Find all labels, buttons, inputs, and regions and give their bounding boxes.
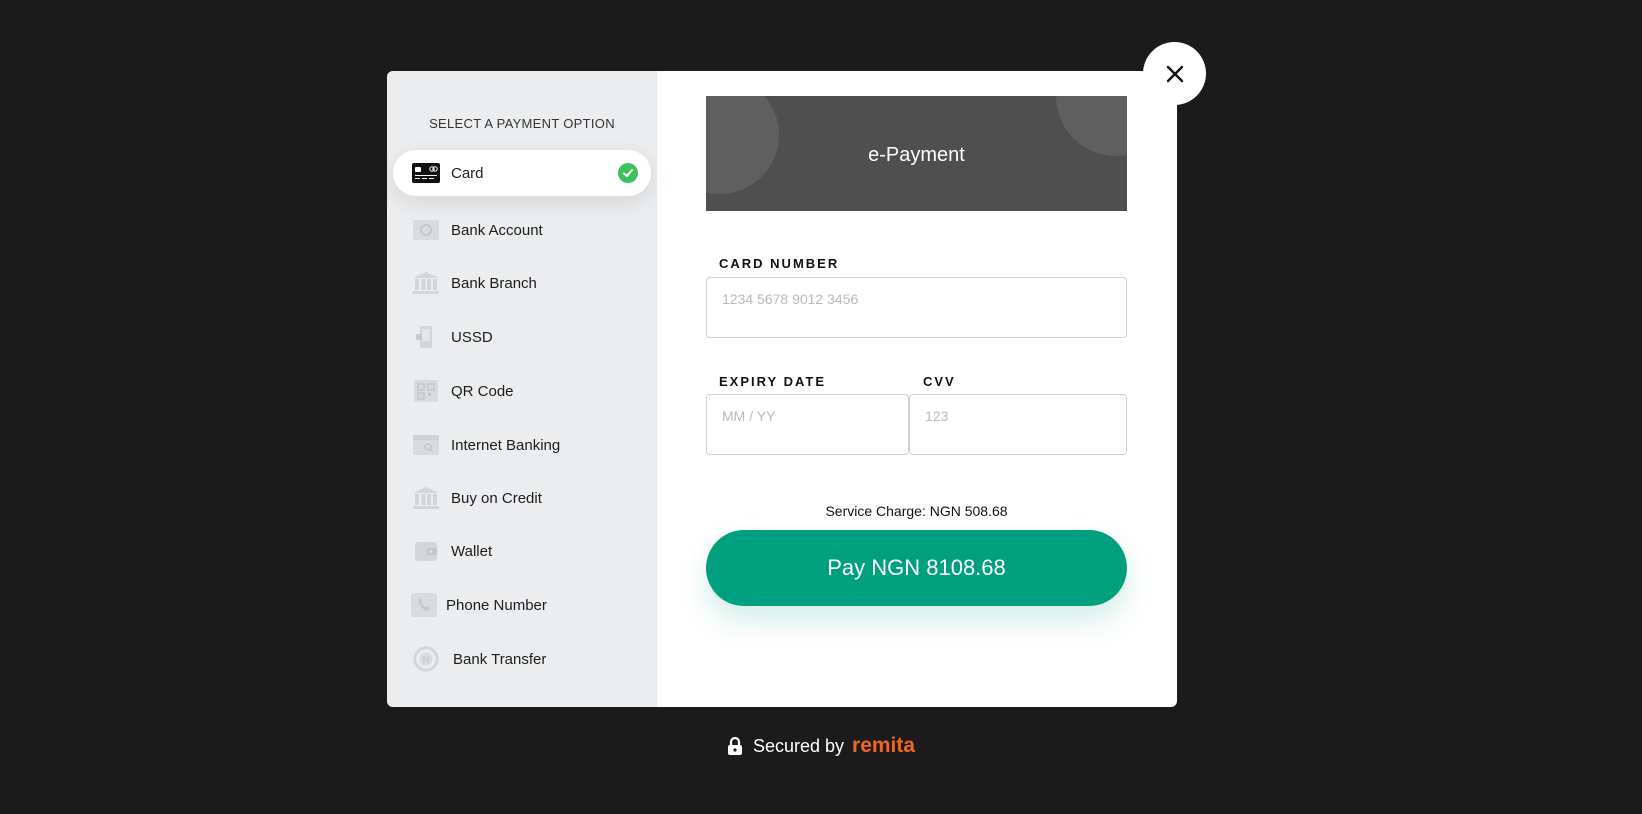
- payment-option-qr-code[interactable]: QR Code: [393, 368, 651, 414]
- payment-option-card[interactable]: Card: [393, 150, 651, 196]
- payment-option-label: Card: [451, 164, 484, 182]
- secured-by-text: Secured by: [752, 735, 845, 756]
- remita-logo: remita: [852, 734, 916, 757]
- bank-building-icon: [412, 486, 440, 510]
- bank-transfer-icon: N: [412, 646, 440, 672]
- close-icon: [1166, 65, 1184, 83]
- payment-option-label: Bank Account: [451, 221, 543, 239]
- payment-option-label: Internet Banking: [451, 436, 561, 454]
- cvv-label: CVV: [923, 374, 956, 389]
- internet-banking-icon: [412, 433, 440, 457]
- credit-card-icon: [412, 161, 440, 185]
- payment-option-bank-account[interactable]: Bank Account: [393, 207, 651, 253]
- expiry-date-input[interactable]: [706, 394, 909, 455]
- cvv-input[interactable]: [909, 394, 1127, 455]
- check-icon: [618, 163, 638, 183]
- payment-option-bank-branch[interactable]: Bank Branch: [393, 260, 651, 306]
- payment-option-phone-number[interactable]: Phone Number: [393, 582, 651, 628]
- payment-option-label: Buy on Credit: [451, 489, 542, 507]
- banner-title: e-Payment: [868, 144, 965, 166]
- service-charge-text: Service Charge: NGN 508.68: [825, 503, 1008, 519]
- card-number-input[interactable]: [706, 277, 1127, 338]
- payment-options-sidebar: SELECT A PAYMENT OPTION Card Bank Accoun…: [387, 71, 657, 707]
- card-number-label: CARD NUMBER: [719, 256, 840, 271]
- pay-button[interactable]: Pay NGN 8108.68: [706, 530, 1127, 606]
- payment-option-wallet[interactable]: Wallet: [393, 528, 651, 574]
- expiry-date-label: EXPIRY DATE: [719, 374, 827, 389]
- payment-option-label: Bank Transfer: [453, 650, 547, 668]
- sidebar-title: SELECT A PAYMENT OPTION: [429, 116, 615, 131]
- payment-option-label: USSD: [451, 328, 493, 346]
- payment-modal: SELECT A PAYMENT OPTION Card Bank Accoun…: [387, 71, 1177, 707]
- payment-option-ussd[interactable]: USSD: [393, 314, 651, 360]
- svg-text:N: N: [423, 655, 430, 665]
- payment-option-internet-banking[interactable]: Internet Banking: [393, 422, 651, 468]
- payment-option-label: QR Code: [451, 382, 514, 400]
- payment-option-buy-on-credit[interactable]: Buy on Credit: [393, 475, 651, 521]
- payment-option-label: Phone Number: [446, 596, 547, 614]
- lock-icon: [727, 736, 743, 756]
- payment-option-label: Bank Branch: [451, 274, 537, 292]
- mobile-phone-icon: [412, 325, 440, 349]
- epayment-banner: e-Payment: [706, 96, 1127, 211]
- card-payment-panel: e-Payment CARD NUMBER EXPIRY DATE CVV Se…: [657, 71, 1177, 707]
- secured-footer: Secured by remita: [0, 734, 1642, 758]
- wallet-icon: [412, 539, 440, 563]
- bank-account-icon: [412, 218, 440, 242]
- qr-code-icon: [412, 379, 440, 403]
- close-button[interactable]: [1143, 42, 1206, 105]
- bank-building-icon: [412, 271, 440, 295]
- payment-option-bank-transfer[interactable]: N Bank Transfer: [393, 636, 651, 682]
- phone-icon: [410, 593, 438, 617]
- payment-option-label: Wallet: [451, 542, 493, 560]
